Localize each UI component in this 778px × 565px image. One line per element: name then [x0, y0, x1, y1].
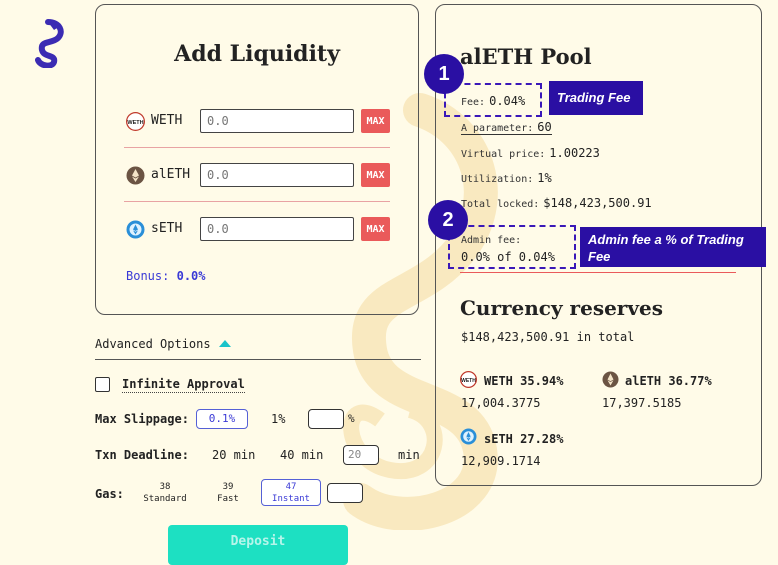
- gas-value: 38: [159, 482, 171, 492]
- reserve-aleth-amount: 17,397.5185: [602, 396, 682, 410]
- aleth-max-button[interactable]: MAX: [361, 163, 390, 187]
- total-locked-label: Total locked:: [461, 199, 540, 210]
- divider: [124, 201, 390, 202]
- utilization-value: 1%: [537, 171, 552, 185]
- gas-option-instant[interactable]: 47 Instant: [261, 479, 321, 506]
- token-row-seth: sETH MAX: [124, 217, 390, 243]
- deadline-option[interactable]: 40 min: [280, 448, 323, 462]
- deadline-unit: min: [398, 448, 420, 462]
- reserve-seth-name: sETH 27.28%: [484, 432, 564, 446]
- deadline-option[interactable]: 20 min: [212, 448, 255, 462]
- token-row-weth: WETH WETH MAX: [124, 109, 390, 135]
- reserve-weth-name: WETH 35.94%: [484, 374, 564, 388]
- infinite-approval-label[interactable]: Infinite Approval: [122, 377, 245, 393]
- virtual-price-stat: Virtual price: 1.00223: [461, 146, 600, 160]
- custom-deadline-input[interactable]: 20: [343, 445, 379, 465]
- reserve-seth-amount: 12,909.1714: [461, 454, 541, 468]
- txn-deadline-label: Txn Deadline:: [95, 448, 189, 462]
- advanced-options-label: Advanced Options: [95, 337, 211, 351]
- bonus-value: 0.0%: [176, 269, 206, 283]
- add-liquidity-title: Add Liquidity: [174, 41, 340, 67]
- virtual-price-label: Virtual price:: [461, 149, 546, 160]
- gas-option-fast[interactable]: 39 Fast: [208, 481, 248, 505]
- max-slippage-label: Max Slippage:: [95, 412, 189, 426]
- gas-speed-label: Standard: [143, 494, 187, 504]
- aleth-amount-input[interactable]: [200, 163, 354, 187]
- virtual-price-value: 1.00223: [549, 146, 600, 160]
- reserve-aleth-name: alETH 36.77%: [625, 374, 712, 388]
- token-name: WETH: [151, 113, 183, 128]
- trading-fee-highlight: [444, 83, 542, 117]
- a-parameter-stat: A parameter: 60: [461, 120, 552, 135]
- bonus-label: Bonus:: [126, 269, 170, 283]
- trading-fee-callout: Trading Fee: [549, 81, 643, 115]
- admin-fee-highlight: [448, 225, 576, 269]
- gas-speed-label: Instant: [272, 494, 310, 504]
- weth-amount-input[interactable]: [200, 109, 354, 133]
- gas-value: 39: [222, 482, 234, 492]
- reserve-weth-amount: 17,004.3775: [461, 396, 541, 410]
- aleth-token-icon: [602, 371, 619, 388]
- weth-token-icon: WETH: [126, 112, 145, 131]
- gas-speed-label: Fast: [217, 494, 239, 504]
- gas-label: Gas:: [95, 487, 124, 501]
- token-name: alETH: [151, 167, 191, 182]
- svg-text:WETH: WETH: [461, 378, 476, 384]
- add-liquidity-card: Add Liquidity WETH WETH MAX alETH MAX sE…: [95, 4, 419, 315]
- currency-reserves-title: Currency reserves: [460, 296, 663, 320]
- deposit-button[interactable]: Deposit: [168, 525, 348, 565]
- token-name: sETH: [151, 221, 183, 236]
- bonus-line: Bonus: 0.0%: [126, 269, 206, 283]
- annotation-badge-1: 1: [424, 54, 464, 94]
- a-parameter-value: 60: [537, 120, 552, 134]
- divider: [460, 272, 736, 273]
- seth-max-button[interactable]: MAX: [361, 217, 390, 241]
- weth-max-button[interactable]: MAX: [361, 109, 390, 133]
- custom-slippage-input[interactable]: [308, 409, 344, 429]
- divider: [124, 147, 390, 148]
- pool-title: alETH Pool: [460, 44, 592, 69]
- slippage-option[interactable]: 1%: [271, 412, 285, 426]
- gas-option-standard[interactable]: 38 Standard: [140, 481, 190, 505]
- svg-text:WETH: WETH: [127, 120, 143, 126]
- utilization-label: Utilization:: [461, 174, 534, 185]
- a-parameter-label: A parameter:: [461, 123, 534, 134]
- total-locked-value: $148,423,500.91: [543, 196, 652, 210]
- advanced-options-toggle[interactable]: Advanced Options: [95, 337, 231, 351]
- weth-token-icon: WETH: [460, 371, 477, 388]
- divider: [95, 359, 421, 360]
- total-locked-stat: Total locked: $148,423,500.91: [461, 196, 652, 210]
- seth-amount-input[interactable]: [200, 217, 354, 241]
- reserves-total: $148,423,500.91 in total: [461, 330, 635, 344]
- seahorse-logo-icon[interactable]: [28, 18, 68, 68]
- token-row-aleth: alETH MAX: [124, 163, 390, 189]
- utilization-stat: Utilization: 1%: [461, 171, 552, 185]
- slippage-option-selected[interactable]: 0.1%: [196, 409, 248, 429]
- gas-value: 47: [285, 482, 297, 492]
- triangle-up-icon: [218, 340, 231, 347]
- aleth-token-icon: [126, 166, 145, 185]
- custom-gas-input[interactable]: [327, 483, 363, 503]
- infinite-approval-checkbox[interactable]: [95, 377, 110, 392]
- seth-token-icon: [126, 220, 145, 239]
- slippage-unit: %: [348, 412, 355, 425]
- seth-token-icon: [460, 428, 477, 445]
- admin-fee-callout: Admin fee a % of Trading Fee: [580, 227, 766, 267]
- annotation-badge-2: 2: [428, 200, 468, 240]
